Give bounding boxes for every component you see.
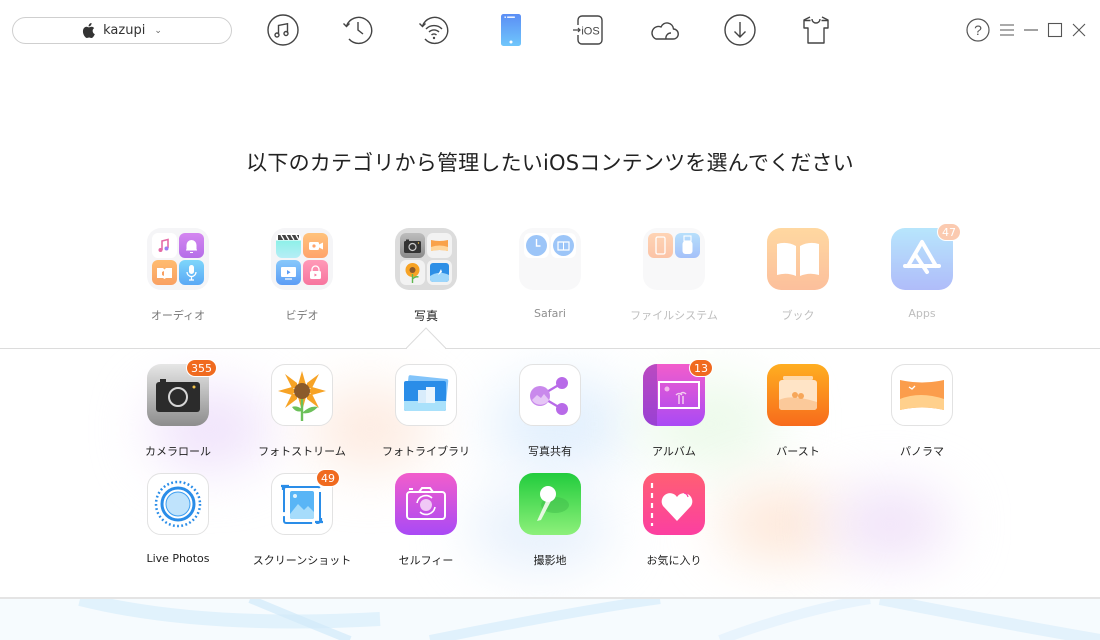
download-icon — [724, 14, 756, 46]
audio-category-icon — [147, 228, 209, 290]
category-label: Safari — [534, 307, 566, 320]
maximize-button[interactable] — [1046, 18, 1064, 42]
wifi-backup-icon — [419, 16, 449, 45]
albums-count-badge: 13 — [689, 359, 713, 377]
to-ios-icon: iOS — [573, 15, 603, 45]
category-apps[interactable]: 47 Apps — [872, 223, 972, 320]
safari-category-icon — [519, 228, 581, 290]
photo-item-favorites[interactable]: お気に入り — [619, 473, 729, 568]
tshirt-icon — [803, 16, 829, 44]
minimize-icon — [1024, 29, 1038, 31]
photo-item-label: カメラロール — [145, 445, 211, 458]
toolbar-device-button[interactable] — [493, 12, 529, 48]
toolbar-music-button[interactable] — [265, 12, 301, 48]
photo-item-live-photos[interactable]: Live Photos — [123, 473, 233, 565]
category-label: ブック — [781, 309, 815, 322]
apps-count-badge: 47 — [937, 223, 961, 241]
category-label: 写真 — [413, 309, 438, 323]
history-icon — [343, 16, 373, 45]
photo-item-selfies[interactable]: セルフィー — [371, 473, 481, 568]
photo-item-photo-stream[interactable]: フォトストリーム — [247, 364, 357, 459]
toolbar-ios-mover-button[interactable]: iOS — [569, 12, 605, 48]
screenshot-icon: 49 — [271, 469, 340, 535]
live-photos-icon — [147, 473, 209, 535]
close-icon — [1072, 23, 1086, 37]
category-label: Apps — [908, 307, 936, 320]
minimize-button[interactable] — [1022, 18, 1040, 42]
photo-item-burst[interactable]: バースト — [743, 364, 853, 459]
photo-library-icon — [395, 364, 457, 426]
svg-text:?: ? — [974, 22, 982, 38]
photo-item-label: フォトストリーム — [258, 445, 346, 458]
toolbar-icloud-button[interactable] — [646, 12, 682, 48]
photo-item-label: セルフィー — [398, 554, 454, 567]
photo-item-photo-library[interactable]: フォトライブラリ — [371, 364, 481, 459]
footer-decoration — [0, 599, 1100, 640]
photo-item-label: 写真共有 — [528, 445, 572, 458]
books-category-icon — [767, 228, 829, 290]
heart-icon — [643, 473, 705, 535]
screenshots-count-badge: 49 — [316, 469, 340, 487]
category-label: オーディオ — [150, 309, 206, 322]
category-label: ビデオ — [285, 309, 319, 322]
close-button[interactable] — [1070, 18, 1088, 42]
photo-item-label: 撮影地 — [533, 554, 567, 567]
photo-item-label: フォトライブラリ — [382, 445, 470, 458]
toolbar-toolkit-button[interactable] — [798, 12, 834, 48]
app-store-icon: 47 — [891, 223, 961, 290]
apple-icon — [83, 22, 95, 38]
sunflower-icon — [271, 364, 333, 426]
device-name: kazupi — [103, 23, 146, 38]
selfie-camera-icon — [395, 473, 457, 535]
top-toolbar: kazupi ⌄ iOS ? — [0, 0, 1100, 60]
category-books[interactable]: ブック — [748, 228, 848, 323]
photo-item-label: アルバム — [652, 445, 696, 458]
panorama-icon — [891, 364, 953, 426]
category-label: ファイルシステム — [630, 309, 718, 322]
menu-button[interactable] — [998, 18, 1016, 42]
category-file-system[interactable]: ファイルシステム — [624, 228, 724, 323]
photo-item-label: パノラマ — [900, 445, 944, 458]
photo-item-albums[interactable]: 13 アルバム — [619, 359, 729, 459]
selected-category-pointer — [406, 327, 446, 349]
photo-item-screenshots[interactable]: 49 スクリーンショット — [247, 469, 357, 568]
video-category-icon — [271, 228, 333, 290]
maximize-icon — [1047, 22, 1063, 38]
photo-item-label: Live Photos — [146, 552, 210, 565]
svg-text:iOS: iOS — [581, 26, 599, 38]
photo-item-places[interactable]: 撮影地 — [495, 473, 605, 568]
camera-roll-count-badge: 355 — [186, 359, 217, 377]
help-icon: ? — [966, 18, 990, 42]
file-system-category-icon — [643, 228, 705, 290]
device-selector[interactable]: kazupi ⌄ — [12, 17, 232, 44]
share-icon — [519, 364, 581, 426]
photo-item-label: お気に入り — [646, 554, 702, 567]
toolbar-download-button[interactable] — [722, 12, 758, 48]
music-note-icon — [267, 14, 299, 46]
toolbar-wifi-button[interactable] — [416, 12, 452, 48]
category-safari[interactable]: Safari — [500, 228, 600, 320]
location-pin-icon — [519, 473, 581, 535]
category-video[interactable]: ビデオ — [252, 228, 352, 323]
chevron-down-icon: ⌄ — [154, 25, 162, 36]
cloud-icon — [651, 22, 679, 40]
photos-category-icon — [395, 228, 457, 290]
toolbar-backup-button[interactable] — [340, 12, 376, 48]
menu-icon — [1000, 24, 1014, 36]
iphone-icon — [501, 14, 521, 46]
photo-item-panorama[interactable]: パノラマ — [867, 364, 977, 459]
page-title: 以下のカテゴリから管理したいiOSコンテンツを選んでください — [246, 151, 854, 175]
album-icon: 13 — [643, 359, 713, 426]
photo-item-photo-sharing[interactable]: 写真共有 — [495, 364, 605, 459]
burst-icon — [767, 364, 829, 426]
category-audio[interactable]: オーディオ — [128, 228, 228, 323]
photo-item-label: スクリーンショット — [252, 554, 352, 567]
category-photos[interactable]: 写真 — [376, 228, 476, 324]
photo-item-camera-roll[interactable]: 355 カメラロール — [123, 359, 233, 459]
help-button[interactable]: ? — [965, 18, 991, 42]
photo-item-label: バースト — [776, 445, 820, 458]
camera-icon: 355 — [147, 359, 217, 426]
